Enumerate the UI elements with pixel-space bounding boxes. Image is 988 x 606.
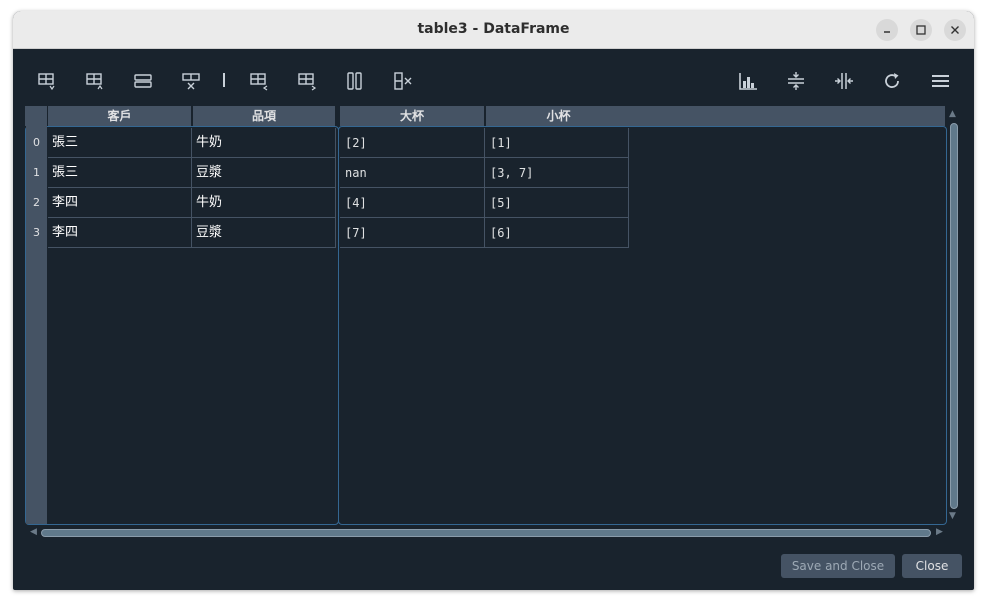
close-window-button[interactable] xyxy=(944,19,966,41)
insert-column-right-button[interactable] xyxy=(295,69,319,93)
index-header-item[interactable]: 品項 xyxy=(193,106,335,126)
maximize-icon xyxy=(916,25,926,35)
insert-column-left-icon xyxy=(250,73,268,91)
data-cell[interactable]: nan xyxy=(340,158,485,188)
menu-icon xyxy=(932,75,949,87)
remove-column-button[interactable] xyxy=(391,69,415,93)
data-header-small-cup[interactable]: 小杯 xyxy=(486,106,631,126)
close-button[interactable]: Close xyxy=(902,554,962,578)
index-cell[interactable]: 張三 xyxy=(48,158,192,188)
data-cell[interactable]: [2] xyxy=(340,128,485,158)
minimize-icon xyxy=(884,31,890,33)
duplicate-column-icon xyxy=(347,72,362,90)
remove-column-icon xyxy=(394,72,412,90)
index-cell[interactable]: 張三 xyxy=(48,128,192,158)
resize-columns-icon xyxy=(835,73,853,89)
table-corner xyxy=(25,106,48,126)
index-cell[interactable]: 李四 xyxy=(48,218,192,248)
data-cell[interactable]: [5] xyxy=(485,188,629,218)
row-index[interactable]: 2 xyxy=(26,188,47,218)
horizontal-scrollbar-thumb[interactable] xyxy=(41,529,931,537)
data-cell[interactable]: [1] xyxy=(485,128,629,158)
histogram-button[interactable] xyxy=(736,69,760,93)
remove-row-button[interactable] xyxy=(179,69,203,93)
dataframe-editor-window: table3 - DataFrame 客戶 品項 0 1 2 3 張三 牛奶 張… xyxy=(13,11,974,590)
data-cell[interactable]: [3, 7] xyxy=(485,158,629,188)
insert-row-below-button[interactable] xyxy=(83,69,107,93)
refresh-button[interactable] xyxy=(880,69,904,93)
duplicate-row-button[interactable] xyxy=(131,69,155,93)
scroll-down-arrow[interactable]: ▼ xyxy=(949,511,956,521)
resize-columns-button[interactable] xyxy=(832,69,856,93)
row-index[interactable]: 1 xyxy=(26,158,47,188)
maximize-button[interactable] xyxy=(910,19,932,41)
resize-rows-button[interactable] xyxy=(784,69,808,93)
histogram-icon xyxy=(739,73,757,90)
scroll-left-arrow[interactable]: ◀ xyxy=(30,527,37,537)
vertical-scrollbar-thumb[interactable] xyxy=(950,123,958,509)
row-index[interactable]: 0 xyxy=(26,128,47,158)
insert-column-right-icon xyxy=(298,73,317,91)
scroll-right-arrow[interactable]: ▶ xyxy=(936,527,943,537)
index-cell[interactable]: 李四 xyxy=(48,188,192,218)
menu-button[interactable] xyxy=(928,69,952,93)
index-cell[interactable]: 牛奶 xyxy=(192,128,336,158)
title-bar: table3 - DataFrame xyxy=(13,11,974,49)
minimize-button[interactable] xyxy=(876,19,898,41)
data-cell[interactable]: [6] xyxy=(485,218,629,248)
window-title: table3 - DataFrame xyxy=(417,21,570,37)
save-and-close-button[interactable]: Save and Close xyxy=(781,554,895,578)
data-header-large-cup[interactable]: 大杯 xyxy=(340,106,484,126)
duplicate-column-button[interactable] xyxy=(343,69,367,93)
refresh-icon xyxy=(885,73,899,88)
insert-column-left-button[interactable] xyxy=(247,69,271,93)
index-cell[interactable]: 牛奶 xyxy=(192,188,336,218)
data-cell[interactable]: [4] xyxy=(340,188,485,218)
data-cell[interactable]: [7] xyxy=(340,218,485,248)
scroll-up-arrow[interactable]: ▲ xyxy=(949,109,956,119)
index-cell[interactable]: 豆漿 xyxy=(192,158,336,188)
close-icon xyxy=(951,26,959,34)
data-header-empty xyxy=(631,106,945,126)
toolbar-separator xyxy=(223,73,225,87)
insert-row-above-button[interactable] xyxy=(35,69,59,93)
insert-row-below-icon xyxy=(86,73,103,90)
duplicate-row-icon xyxy=(134,74,152,88)
index-header-customer[interactable]: 客戶 xyxy=(48,106,191,126)
insert-row-above-icon xyxy=(38,73,55,91)
remove-row-icon xyxy=(182,73,200,90)
index-cell[interactable]: 豆漿 xyxy=(192,218,336,248)
row-index[interactable]: 3 xyxy=(26,218,47,248)
resize-rows-icon xyxy=(788,72,804,90)
row-index-column: 0 1 2 3 xyxy=(26,126,47,524)
